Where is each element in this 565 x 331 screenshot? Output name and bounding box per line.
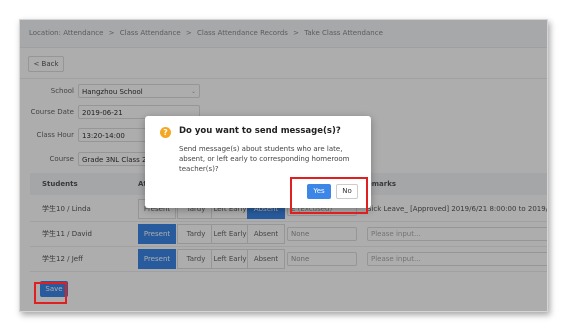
dialog-message: Send message(s) about students who are l… <box>179 145 350 173</box>
app-window: Location: Attendance > Class Attendance … <box>19 19 548 312</box>
dialog-title: Do you want to send message(s)? <box>179 126 341 136</box>
save-highlight-box <box>34 282 67 304</box>
dialog-buttons-highlight-box <box>290 177 368 214</box>
question-icon: ? <box>160 127 171 138</box>
